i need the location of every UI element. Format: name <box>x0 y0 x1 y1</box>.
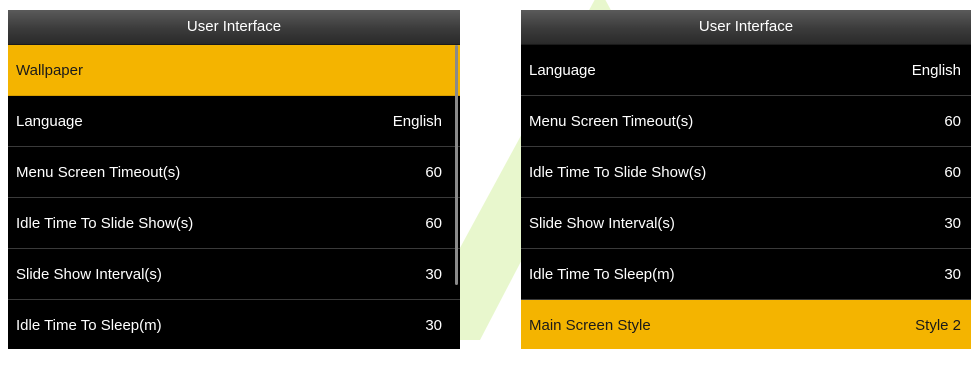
menu-item-slide-show-interval[interactable]: Slide Show Interval(s) 30 <box>8 249 460 300</box>
menu-item-idle-time-to-sleep[interactable]: Idle Time To Sleep(m) 30 <box>521 249 971 300</box>
menu-item-value: 30 <box>425 265 442 283</box>
menu-item-wallpaper[interactable]: Wallpaper <box>8 45 460 96</box>
menu-item-value: 60 <box>944 112 961 130</box>
menu-item-label: Idle Time To Sleep(m) <box>16 316 162 334</box>
menu-item-idle-time-to-slide-show[interactable]: Idle Time To Slide Show(s) 60 <box>8 198 460 249</box>
menu-item-label: Idle Time To Sleep(m) <box>529 265 675 283</box>
menu-item-language[interactable]: Language English <box>521 45 971 96</box>
menu-item-label: Slide Show Interval(s) <box>16 265 162 283</box>
scrollbar[interactable] <box>455 45 458 285</box>
menu-item-label: Menu Screen Timeout(s) <box>529 112 694 130</box>
menu-item-value: English <box>392 112 442 130</box>
menu-item-label: Idle Time To Slide Show(s) <box>16 214 194 232</box>
menu-item-value: 30 <box>944 265 961 283</box>
menu-item-label: Slide Show Interval(s) <box>529 214 675 232</box>
menu-item-idle-time-to-slide-show[interactable]: Idle Time To Slide Show(s) 60 <box>521 147 971 198</box>
menu-item-value: 30 <box>944 214 961 232</box>
menu-item-menu-screen-timeout[interactable]: Menu Screen Timeout(s) 60 <box>521 96 971 147</box>
menu-item-value: 60 <box>944 163 961 181</box>
device-screen-left: User Interface Wallpaper Language Englis… <box>8 10 460 349</box>
menu-item-label: Language <box>529 61 596 79</box>
menu-item-idle-time-to-sleep[interactable]: Idle Time To Sleep(m) 30 <box>8 300 460 349</box>
menu-item-value: English <box>911 61 961 79</box>
device-screen-right: User Interface Language English Menu Scr… <box>521 10 971 349</box>
menu-item-value: Style 2 <box>915 316 961 334</box>
menu-item-value: 30 <box>425 316 442 334</box>
menu-item-value: 60 <box>425 163 442 181</box>
menu-item-menu-screen-timeout[interactable]: Menu Screen Timeout(s) 60 <box>8 147 460 198</box>
menu-item-label: Language <box>16 112 83 130</box>
menu-item-label: Main Screen Style <box>529 316 651 334</box>
menu-item-language[interactable]: Language English <box>8 96 460 147</box>
menu-item-label: Menu Screen Timeout(s) <box>16 163 181 181</box>
menu-item-label: Wallpaper <box>16 61 83 79</box>
menu-item-main-screen-style[interactable]: Main Screen Style Style 2 <box>521 300 971 349</box>
screen-title: User Interface <box>521 10 971 45</box>
menu-item-value: 60 <box>425 214 442 232</box>
menu-item-label: Idle Time To Slide Show(s) <box>529 163 707 181</box>
menu-item-slide-show-interval[interactable]: Slide Show Interval(s) 30 <box>521 198 971 249</box>
screen-title: User Interface <box>8 10 460 45</box>
